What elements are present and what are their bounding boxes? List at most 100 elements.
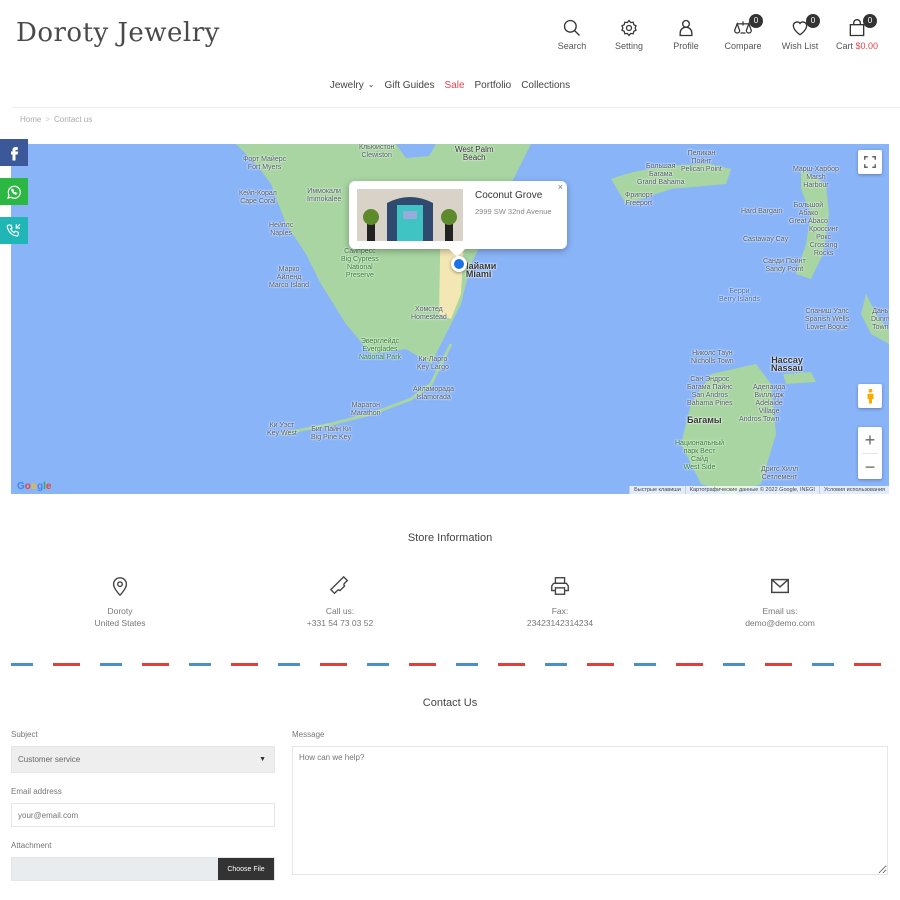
nav-item-collections[interactable]: Collections (521, 80, 570, 91)
store-fax: Fax: 23423142314234 (450, 575, 670, 629)
pegman-icon (867, 388, 873, 404)
nav-label: Collections (521, 80, 571, 91)
email-field[interactable] (11, 803, 275, 827)
site-logo[interactable]: Doroty Jewelry (16, 18, 220, 48)
compare-label: Compare (724, 41, 762, 51)
compare-count-badge: 0 (749, 14, 763, 28)
breadcrumb-separator: > (45, 115, 51, 124)
nav-label: Portfolio (474, 80, 512, 91)
map-label: Николс Таун Nicholls Town (691, 350, 734, 365)
subject-label: Subject (11, 730, 38, 739)
map-label: Иммокали Immokalee (307, 188, 342, 203)
location-pin-icon (112, 577, 128, 597)
attachment-label: Attachment (11, 841, 52, 850)
attachment-input[interactable]: Choose File (11, 857, 275, 881)
message-textarea[interactable] (292, 746, 888, 875)
caret-down-icon: ▼ (259, 756, 266, 763)
whatsapp-button[interactable] (0, 178, 28, 205)
zoom-in-button[interactable]: + (858, 427, 882, 453)
dash-red (676, 663, 703, 666)
search-button[interactable]: Search (545, 18, 599, 51)
store-address: Doroty United States (10, 575, 230, 629)
phone-callback-button[interactable] (0, 217, 28, 244)
dash-red (409, 663, 436, 666)
terms-of-use-link[interactable]: Условия использования (818, 486, 889, 494)
phone-label: Call us: (325, 606, 355, 616)
map-label: Нассау Nassau (771, 355, 804, 373)
map-label: Ки-Ларго Key Largo (417, 356, 449, 371)
map-label: Большой Абако Great Abaco (789, 202, 828, 225)
info-window-close-button[interactable]: × (558, 182, 563, 192)
florida-landmass (236, 144, 531, 364)
dash-blue (278, 663, 300, 666)
street-view-pegman[interactable] (858, 384, 882, 408)
profile-label: Profile (673, 41, 699, 51)
store-phone: Call us: +331 54 73 03 52 (230, 575, 450, 629)
cart-label: Cart $0.00 (830, 41, 884, 51)
map-label: Хомстед Homestead (411, 306, 447, 321)
chevron-down-icon: ⌄ (367, 80, 375, 89)
dash-blue (723, 663, 745, 666)
storefront-image (357, 189, 463, 241)
header-tools: Search Setting Profile 0 Compare 0 Wish … (542, 14, 884, 51)
map-label: Сайпресс Big Cypress National Preserve (341, 248, 379, 279)
store-map[interactable]: Форт Майерс Fort Myers Кейп-Корал Cape Cor… (11, 144, 889, 494)
dash-red (320, 663, 347, 666)
nav-item-sale[interactable]: Sale (445, 80, 465, 91)
map-label: Национальный парк Вест Сайд West Side (675, 440, 725, 471)
dash-red (142, 663, 169, 666)
map-label: Санди Пойнт Sandy Point (763, 258, 806, 273)
nav-item-gift-guides[interactable]: Gift Guides (384, 80, 434, 91)
map-label: Нейплс Naples (269, 222, 294, 237)
map-label: Andros Town (739, 416, 780, 423)
map-label: West Palm Beach (455, 145, 494, 162)
wishlist-count-badge: 0 (806, 14, 820, 28)
facebook-button[interactable] (0, 139, 28, 166)
search-label: Search (557, 41, 587, 51)
email-address[interactable]: demo@demo.com (670, 617, 890, 629)
store-photo (357, 189, 463, 241)
subject-select[interactable]: Customer service ▼ (11, 746, 275, 773)
map-label: Берри Berry Islands (719, 288, 760, 303)
zoom-out-button[interactable]: − (858, 454, 882, 480)
choose-file-button[interactable]: Choose File (218, 858, 274, 880)
airmail-divider (11, 663, 881, 666)
main-nav: Jewelry ⌄ Gift Guides Sale Portfolio Coll… (0, 80, 900, 91)
dash-blue (812, 663, 834, 666)
map-label: Биг Пайн Ки Big Pine Key (311, 426, 352, 441)
setting-button[interactable]: Setting (602, 18, 656, 51)
phone-number[interactable]: +331 54 73 03 52 (230, 617, 450, 629)
setting-label: Setting (614, 41, 644, 51)
fax-number: 23423142314234 (526, 618, 594, 628)
store-location-marker[interactable] (451, 256, 467, 272)
profile-button[interactable]: Profile (659, 18, 713, 51)
dash-red (53, 663, 80, 666)
map-label: Большая Багама Grand Bahama (637, 163, 685, 186)
map-label: Hard Bargain (741, 208, 783, 215)
cart-button[interactable]: 0 Cart $0.00 (830, 14, 884, 51)
nav-label: Jewelry (329, 80, 364, 91)
dash-blue (367, 663, 389, 666)
map-attribution: Быстрые клавиши Картографические данные … (629, 486, 889, 494)
dash-red (587, 663, 614, 666)
fullscreen-button[interactable] (858, 150, 882, 174)
google-logo[interactable]: Google (17, 481, 51, 492)
breadcrumb-home[interactable]: Home (20, 115, 41, 124)
nav-label: Sale (444, 80, 465, 91)
map-data-credit: Картографические данные © 2022 Google, I… (684, 486, 819, 494)
nav-item-jewelry[interactable]: Jewelry ⌄ (330, 80, 375, 91)
printer-icon (551, 577, 569, 595)
map-label: Castaway Cay (743, 236, 789, 243)
compare-button[interactable]: 0 Compare (716, 14, 770, 51)
cart-count-badge: 0 (863, 14, 877, 28)
map-label: Ки Уэст Key West (267, 422, 297, 437)
wishlist-button[interactable]: 0 Wish List (773, 14, 827, 51)
breadcrumb: Home > Contact us (20, 115, 92, 124)
keyboard-shortcuts-link[interactable]: Быстрые клавиши (629, 486, 685, 494)
site-header: Doroty Jewelry Search Setting Profile 0 … (0, 0, 900, 70)
new-providence (783, 372, 816, 384)
nav-item-portfolio[interactable]: Portfolio (475, 80, 512, 91)
info-window-address: 2999 SW 32nd Avenue (475, 207, 552, 216)
dash-blue (456, 663, 478, 666)
map-label: Аделаида Виллидж Adelaide Village (753, 384, 786, 415)
